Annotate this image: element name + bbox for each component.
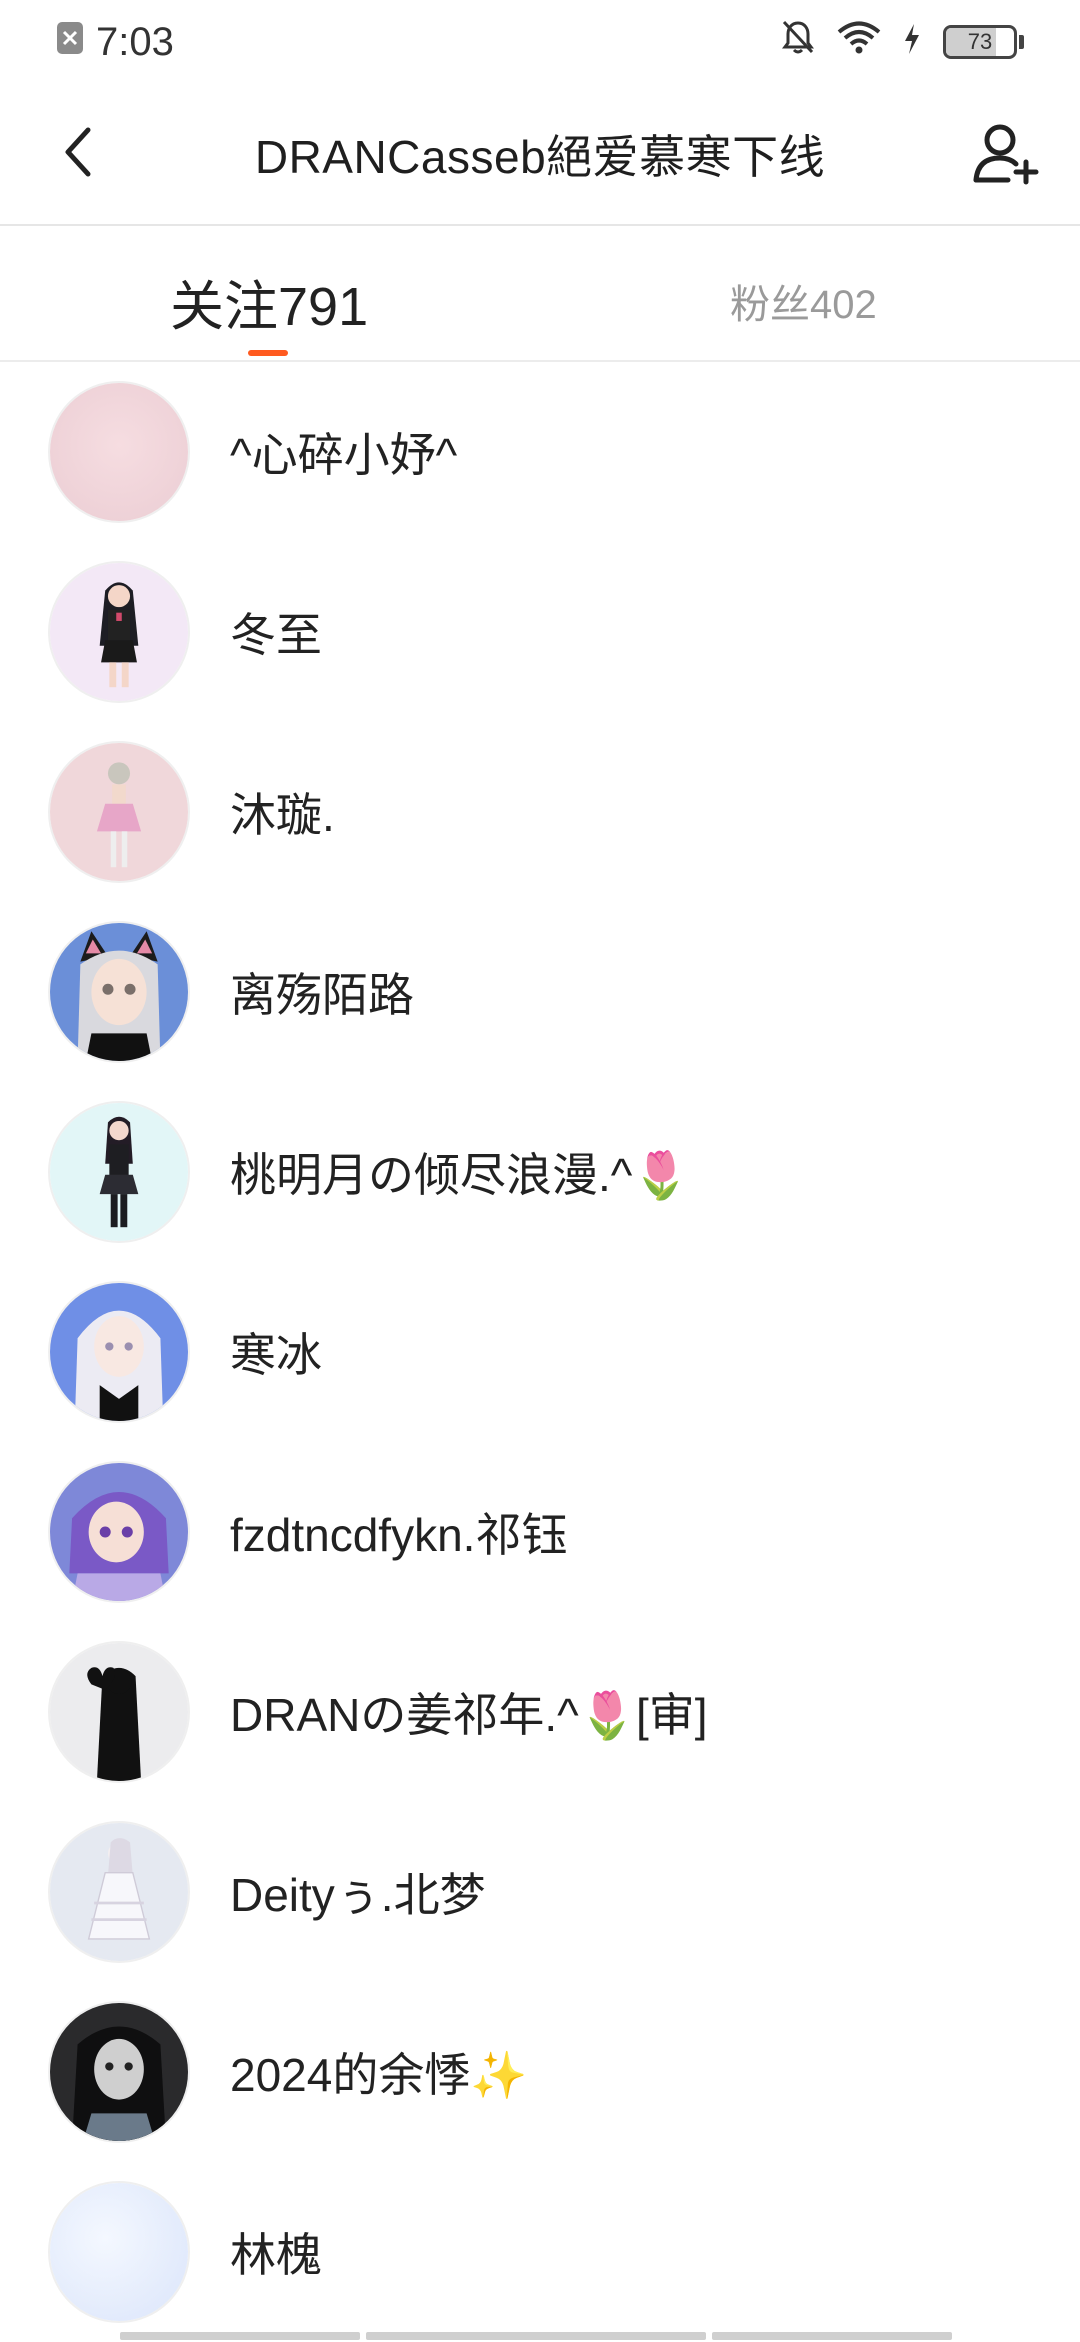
mute-bell-icon bbox=[781, 19, 815, 65]
top-app-bar: DRANCasseb絕爱慕寒下线 bbox=[0, 84, 1080, 226]
avatar[interactable] bbox=[48, 2181, 190, 2323]
list-item[interactable]: DRANの姜祁年.^🌷[审] bbox=[0, 1622, 1080, 1802]
avatar-anime-cat-ears-icon bbox=[50, 923, 188, 1061]
charging-bolt-icon bbox=[903, 20, 921, 65]
list-item[interactable]: 林槐 bbox=[0, 2162, 1080, 2342]
tab-following[interactable]: 关注 791 bbox=[170, 262, 368, 341]
avatar-anime-girl-uniform-icon bbox=[50, 563, 188, 701]
battery-icon: 73 bbox=[943, 25, 1024, 59]
add-user-icon bbox=[970, 118, 1042, 190]
avatar[interactable] bbox=[48, 1101, 190, 1243]
avatar-photo-dark-icon bbox=[50, 2003, 188, 2141]
list-item[interactable]: 2024的余悸✨ bbox=[0, 1982, 1080, 2162]
gesture-segment bbox=[712, 2332, 952, 2340]
user-name: DRANの姜祁年.^🌷[审] bbox=[230, 1679, 708, 1745]
avatar-light-blue-blank-icon bbox=[50, 2183, 188, 2321]
avatar-anime-white-hair-icon bbox=[50, 1283, 188, 1421]
back-button[interactable] bbox=[48, 122, 108, 182]
avatar-anime-girl-black-outfit-icon bbox=[50, 1103, 188, 1241]
user-name: ^心碎小妤^ bbox=[230, 419, 457, 485]
wifi-icon bbox=[837, 20, 881, 65]
avatar-anime-girl-pink-dress-icon bbox=[50, 743, 188, 881]
list-item[interactable]: fzdtncdfykn.祁钰 bbox=[0, 1442, 1080, 1622]
chevron-left-icon bbox=[58, 122, 98, 182]
gesture-segment bbox=[120, 2332, 360, 2340]
user-name: 离殇陌路 bbox=[230, 959, 414, 1025]
avatar[interactable] bbox=[48, 1281, 190, 1423]
user-name: 寒冰 bbox=[230, 1319, 322, 1385]
status-time: 7:03 bbox=[96, 20, 174, 65]
avatar-silhouette-heart-icon bbox=[50, 1643, 188, 1781]
list-item[interactable]: 冬至 bbox=[0, 542, 1080, 722]
list-item[interactable]: 桃明月の倾尽浪漫.^🌷 bbox=[0, 1082, 1080, 1262]
user-name: 林槐 bbox=[230, 2219, 322, 2285]
avatar[interactable] bbox=[48, 381, 190, 523]
avatar[interactable] bbox=[48, 1821, 190, 1963]
tab-fans-count: 402 bbox=[810, 283, 877, 328]
tab-fans-label: 粉丝 bbox=[730, 272, 810, 330]
notification-x-icon bbox=[56, 20, 84, 65]
avatar[interactable] bbox=[48, 741, 190, 883]
avatar[interactable] bbox=[48, 1461, 190, 1603]
battery-body: 73 bbox=[943, 25, 1017, 59]
avatar[interactable] bbox=[48, 2001, 190, 2143]
list-item[interactable]: 寒冰 bbox=[0, 1262, 1080, 1442]
tab-following-count: 791 bbox=[278, 276, 368, 338]
add-user-button[interactable] bbox=[970, 118, 1042, 190]
user-name: 桃明月の倾尽浪漫.^🌷 bbox=[230, 1139, 690, 1205]
list-item[interactable]: Deityぅ.北梦 bbox=[0, 1802, 1080, 1982]
active-tab-indicator bbox=[248, 350, 288, 356]
user-name: 2024的余悸✨ bbox=[230, 2039, 528, 2105]
tab-following-label: 关注 bbox=[170, 262, 278, 341]
list-item[interactable]: 离殇陌路 bbox=[0, 902, 1080, 1082]
avatar[interactable] bbox=[48, 561, 190, 703]
following-list: ^心碎小妤^ 冬至 沐璇. 离殇陌路 桃明月の倾尽浪漫.^🌷 寒冰 bbox=[0, 362, 1080, 2342]
avatar[interactable] bbox=[48, 921, 190, 1063]
status-bar: 7:03 73 bbox=[0, 0, 1080, 84]
tab-bar: 关注 791 粉丝 402 bbox=[0, 226, 1080, 362]
avatar-pink-blank-icon bbox=[50, 383, 188, 521]
list-item[interactable]: ^心碎小妤^ bbox=[0, 362, 1080, 542]
page-title: DRANCasseb絕爱慕寒下线 bbox=[255, 121, 825, 187]
user-name: Deityぅ.北梦 bbox=[230, 1859, 486, 1925]
tab-fans[interactable]: 粉丝 402 bbox=[730, 272, 877, 330]
avatar-anime-white-dress-icon bbox=[50, 1823, 188, 1961]
user-name: fzdtncdfykn.祁钰 bbox=[230, 1499, 567, 1565]
gesture-segment bbox=[366, 2332, 706, 2340]
gesture-bar bbox=[120, 2332, 960, 2340]
status-left: 7:03 bbox=[56, 20, 174, 65]
battery-cap bbox=[1019, 35, 1024, 49]
user-name: 冬至 bbox=[230, 599, 322, 665]
avatar[interactable] bbox=[48, 1641, 190, 1783]
user-name: 沐璇. bbox=[230, 779, 335, 845]
battery-percent: 73 bbox=[968, 29, 992, 55]
status-right: 73 bbox=[781, 19, 1024, 65]
avatar-anime-purple-hair-icon bbox=[50, 1463, 188, 1601]
list-item[interactable]: 沐璇. bbox=[0, 722, 1080, 902]
